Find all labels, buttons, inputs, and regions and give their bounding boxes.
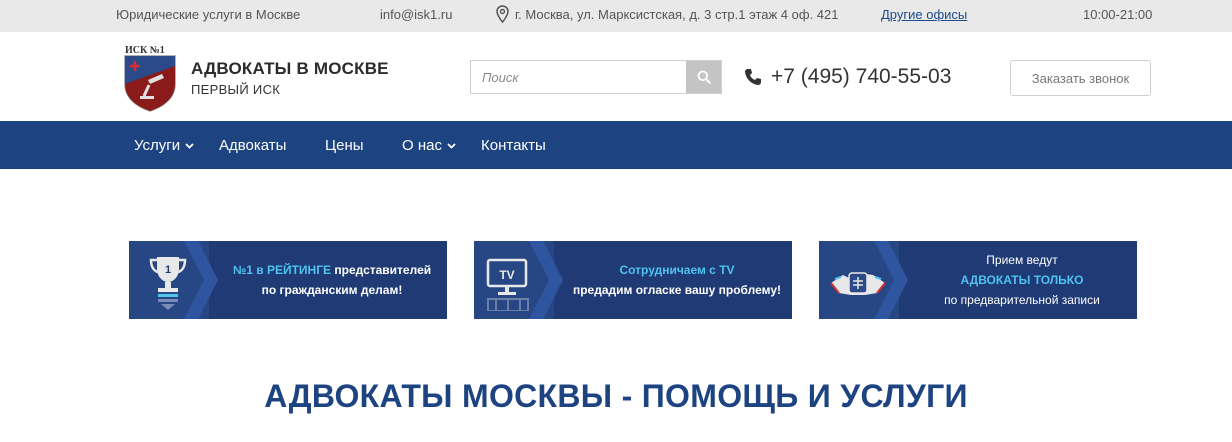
- working-hours: 10:00-21:00: [1083, 7, 1153, 22]
- nav-item-label: Адвокаты: [219, 137, 287, 154]
- search-input[interactable]: [471, 61, 687, 93]
- site-header: ИСК №1 АДВОКАТЫ В МОСКВЕ ПЕРВЫЙ ИСК +7 (…: [0, 32, 1232, 121]
- chevron-down-icon: [185, 142, 194, 149]
- nav-item-label: Цены: [325, 137, 364, 154]
- email-link[interactable]: info@isk1.ru: [380, 7, 452, 22]
- top-info-bar: Юридические услуги в Москве info@isk1.ru…: [0, 0, 1232, 32]
- nav-item-label: Услуги: [134, 137, 181, 154]
- nav-item-label: Контакты: [481, 137, 546, 154]
- search-icon: [697, 70, 711, 84]
- tv-icon: TV: [486, 258, 529, 311]
- phone-number[interactable]: +7 (495) 740-55-03: [744, 65, 951, 89]
- logo-text: ИСК №1: [125, 45, 165, 56]
- banner-text: Сотрудничаем с TV предадим огласке вашу …: [572, 263, 782, 297]
- search-box: [470, 60, 722, 94]
- banner-appointment[interactable]: Прием ведут АДВОКАТЫ ТОЛЬКО по предварит…: [819, 241, 1137, 319]
- brand-subtitle: ПЕРВЫЙ ИСК: [191, 82, 281, 97]
- nav-item-prices[interactable]: Цены: [325, 137, 364, 154]
- handshake-icon: [830, 272, 886, 295]
- main-nav: Услуги Адвокаты Цены О нас Контакты: [0, 121, 1232, 169]
- tv-label: TV: [499, 268, 514, 282]
- nav-item-label: О нас: [402, 137, 442, 154]
- callback-button[interactable]: Заказать звонок: [1010, 60, 1151, 96]
- other-offices-link[interactable]: Другие офисы: [881, 7, 967, 22]
- brand-title[interactable]: АДВОКАТЫ В МОСКВЕ: [191, 59, 389, 79]
- banner-rating[interactable]: 1 №1 в РЕЙТИНГЕ представителей по гражда…: [129, 241, 447, 319]
- phone-icon: [745, 69, 761, 85]
- trophy-icon: 1: [149, 257, 187, 310]
- trophy-number: 1: [165, 264, 171, 276]
- map-pin-icon: [496, 5, 509, 23]
- nav-item-services[interactable]: Услуги: [134, 137, 194, 154]
- logo-shield-icon[interactable]: ИСК №1: [122, 44, 178, 112]
- nav-item-contacts[interactable]: Контакты: [481, 137, 546, 154]
- banner-text: №1 в РЕЙТИНГЕ представителей по гражданс…: [232, 263, 432, 297]
- search-button[interactable]: [686, 61, 721, 93]
- page-title: АДВОКАТЫ МОСКВЫ - ПОМОЩЬ И УСЛУГИ: [264, 378, 968, 414]
- phone-number-text: +7 (495) 740-55-03: [771, 65, 952, 88]
- address: г. Москва, ул. Марксистская, д. 3 стр.1 …: [496, 5, 838, 23]
- nav-item-lawyers[interactable]: Адвокаты: [219, 137, 286, 154]
- address-text: г. Москва, ул. Марксистская, д. 3 стр.1 …: [515, 6, 839, 22]
- tagline: Юридические услуги в Москве: [116, 7, 301, 22]
- chevron-down-icon: [447, 142, 456, 149]
- banner-tv[interactable]: TV Сотрудничаем с TV предадим огласке ва…: [474, 241, 792, 319]
- banner-text: Прием ведут АДВОКАТЫ ТОЛЬКО по предварит…: [944, 253, 1100, 307]
- nav-item-about[interactable]: О нас: [402, 137, 456, 154]
